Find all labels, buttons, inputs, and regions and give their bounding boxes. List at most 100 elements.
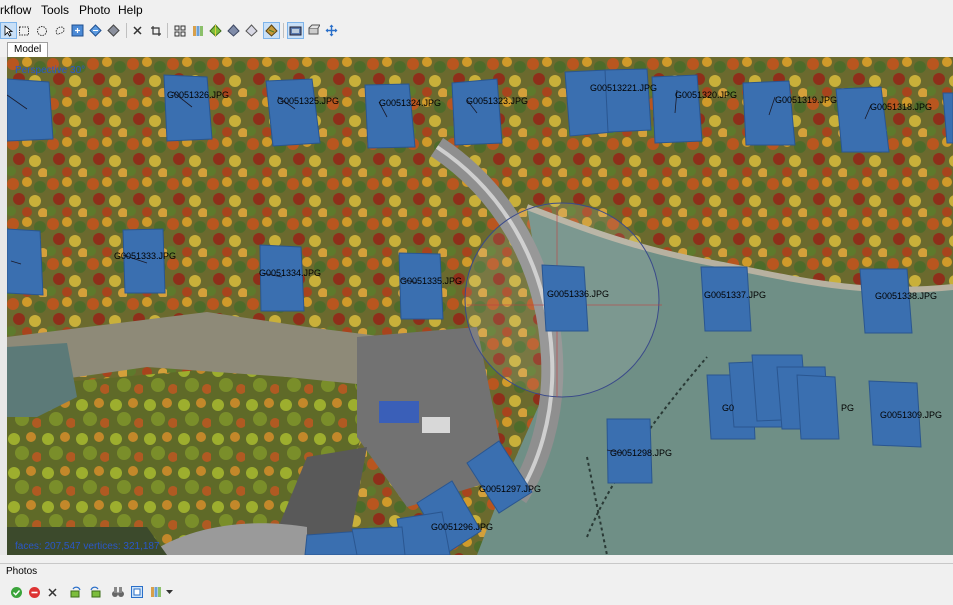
rectangle-selection-button[interactable]	[15, 22, 32, 39]
camera-label[interactable]: G0051337.JPG	[704, 290, 766, 300]
remove-cameras-button[interactable]	[44, 584, 60, 600]
show-region-button[interactable]	[305, 22, 322, 39]
camera-frames	[7, 68, 953, 555]
camera-label[interactable]: G0051297.JPG	[479, 484, 541, 494]
camera-label[interactable]: G0051323.JPG	[466, 96, 528, 106]
camera-frame	[859, 268, 913, 334]
show-cameras-button[interactable]	[287, 22, 304, 39]
outline-diamond-icon	[245, 24, 258, 37]
menu-photo[interactable]: Photo	[79, 3, 110, 17]
camera-label[interactable]: G0051318.JPG	[870, 102, 932, 112]
camera-frame	[835, 86, 890, 153]
diamond-blue-icon	[89, 24, 102, 37]
camera-frame	[364, 83, 416, 149]
menu-tools[interactable]: Tools	[41, 3, 69, 17]
camera-frame	[942, 92, 953, 144]
camera-label[interactable]: G0051319.JPG	[775, 95, 837, 105]
camera-label[interactable]: G0051334.JPG	[259, 268, 321, 278]
perspective-label: Perspective 30°	[15, 65, 86, 76]
camera-label[interactable]: G00513221.JPG	[590, 83, 657, 93]
camera-frame	[7, 78, 54, 142]
shaded-diamond-icon	[227, 24, 240, 37]
close-icon	[47, 587, 57, 597]
filter-photos-button[interactable]	[110, 584, 126, 600]
camera-label[interactable]: G0051338.JPG	[875, 291, 937, 301]
chevron-down-icon	[165, 589, 173, 594]
rotate-left-icon	[70, 586, 81, 598]
menu-help[interactable]: Help	[118, 3, 143, 17]
model-stats-label: faces: 207,547 vertices: 321,187	[15, 541, 160, 552]
wireframe-model-button[interactable]	[225, 22, 242, 39]
camera-frame	[604, 68, 652, 133]
binoculars-icon	[112, 587, 124, 597]
camera-label[interactable]: G0051298.JPG	[610, 448, 672, 458]
textured-model-icon	[265, 24, 278, 37]
view-mode-dropdown[interactable]	[164, 584, 174, 600]
rectangle-selection-icon	[18, 26, 29, 35]
solid-diamond-icon	[209, 24, 222, 37]
camera-frame	[396, 511, 451, 555]
rotate-object-button[interactable]	[105, 22, 122, 39]
rotate-left-button[interactable]	[68, 584, 84, 600]
minus-circle-icon	[28, 586, 40, 598]
frame-icon	[131, 586, 143, 598]
close-icon	[133, 26, 142, 35]
camera-label[interactable]: G0051324.JPG	[379, 98, 441, 108]
left-panel-edge	[0, 57, 7, 555]
tab-model[interactable]: Model	[7, 42, 49, 57]
camera-label[interactable]: G0051320.JPG	[675, 90, 737, 100]
circle-selection-icon	[36, 25, 47, 36]
rotate-icon	[107, 24, 120, 37]
camera-label[interactable]: G0051296.JPG	[431, 522, 493, 532]
model-tab-bar: Model	[0, 41, 953, 57]
camera-label[interactable]: G0051325.JPG	[277, 96, 339, 106]
delete-selection-button[interactable]	[129, 22, 146, 39]
camera-frame	[796, 374, 840, 440]
circle-selection-button[interactable]	[33, 22, 50, 39]
move-region-button[interactable]	[323, 22, 340, 39]
navigation-icon	[71, 24, 84, 37]
enable-cameras-button[interactable]	[8, 584, 24, 600]
dense-cloud-button[interactable]	[189, 22, 206, 39]
view-selected-button[interactable]	[129, 584, 145, 600]
camera-frame	[163, 74, 213, 142]
camera-frame	[651, 74, 703, 144]
move-arrows-icon	[325, 24, 338, 37]
photos-toolbar	[0, 580, 953, 605]
view-mode-button[interactable]	[148, 584, 164, 600]
menu-workflow[interactable]: rkflow	[0, 3, 31, 17]
camera-frame	[398, 252, 444, 320]
menu-bar: rkflow Tools Photo Help	[0, 0, 953, 20]
camera-label[interactable]: G0051326.JPG	[167, 90, 229, 100]
grid-button[interactable]	[171, 22, 188, 39]
camera-frame	[122, 228, 166, 294]
camera-label[interactable]: G0051333.JPG	[114, 251, 176, 261]
color-grid-icon	[151, 587, 161, 597]
photos-panel-header: Photos	[0, 563, 953, 580]
camera-frame	[265, 78, 321, 147]
camera-label[interactable]: G0	[722, 403, 734, 413]
rotate-right-icon	[90, 586, 101, 598]
photos-panel-title: Photos	[6, 566, 38, 577]
navigation-button[interactable]	[69, 22, 86, 39]
camera-icon	[289, 26, 302, 36]
solid-model-button[interactable]	[207, 22, 224, 39]
model-viewport[interactable]: G0051326.JPG G0051325.JPG G0051324.JPG G…	[7, 57, 953, 555]
camera-frame	[466, 440, 533, 514]
camera-frame	[742, 80, 796, 146]
camera-label[interactable]: G0051336.JPG	[547, 289, 609, 299]
camera-label[interactable]: G0051335.JPG	[400, 276, 462, 286]
textured-model-button[interactable]	[263, 22, 280, 39]
crop-button[interactable]	[147, 22, 164, 39]
rotate-right-button[interactable]	[87, 584, 103, 600]
move-object-button[interactable]	[87, 22, 104, 39]
pointer-icon	[4, 24, 13, 37]
flat-model-button[interactable]	[243, 22, 260, 39]
camera-label[interactable]: G0051309.JPG	[880, 410, 942, 420]
free-form-selection-button[interactable]	[51, 22, 68, 39]
camera-frame	[451, 78, 503, 146]
disable-cameras-button[interactable]	[26, 584, 42, 600]
camera-label[interactable]: PG	[841, 403, 854, 413]
color-grid-icon	[192, 25, 203, 36]
region-icon	[308, 24, 320, 35]
